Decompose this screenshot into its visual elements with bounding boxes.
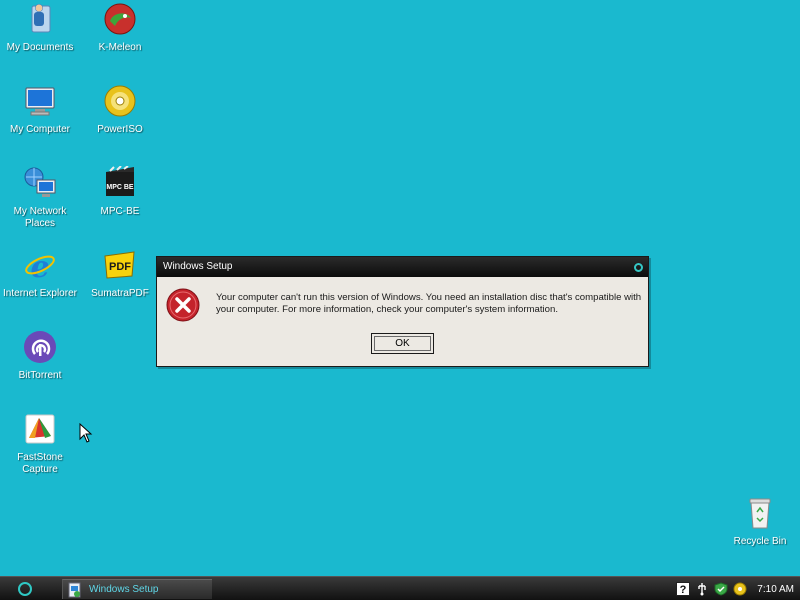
faststone-capture-icon: [23, 412, 57, 446]
mpc-be-badge: MPC BE: [106, 184, 134, 191]
desktop-icon-my-documents[interactable]: My Documents: [0, 2, 80, 54]
svg-text:e: e: [30, 250, 49, 282]
desktop-icon-sumatrapdf[interactable]: PDF SumatraPDF: [80, 248, 160, 300]
dialog-message: Your computer can't run this version of …: [216, 292, 642, 315]
desktop-icon-label: Recycle Bin: [733, 536, 787, 547]
desktop-icon-label: My Documents: [6, 42, 74, 53]
desktop-icon-label: BitTorrent: [18, 370, 62, 381]
desktop-icon-my-computer[interactable]: My Computer: [0, 84, 80, 136]
network-places-icon: [23, 166, 57, 200]
svg-text:?: ?: [680, 584, 687, 596]
mouse-cursor-icon: [79, 422, 93, 446]
desktop-icon-label: MPC-BE: [100, 206, 140, 217]
desktop-icon-internet-explorer[interactable]: e Internet Explorer: [0, 248, 80, 300]
ok-button[interactable]: OK: [371, 333, 434, 354]
mpc-be-icon: MPC BE: [103, 165, 137, 200]
help-icon[interactable]: ?: [676, 582, 691, 596]
desktop-icon-label: K-Meleon: [98, 42, 142, 53]
desktop-icon-label: My Network Places: [13, 206, 67, 229]
windows-setup-dialog: Windows Setup Your computer can't run th…: [156, 256, 649, 367]
sumatrapdf-badge: PDF: [109, 261, 131, 273]
poweriso-tray-icon[interactable]: [733, 582, 747, 596]
desktop-icon-bittorrent[interactable]: BitTorrent: [0, 330, 80, 382]
desktop-icon-faststone-capture[interactable]: FastStone Capture: [0, 412, 80, 476]
dialog-title-bar[interactable]: Windows Setup: [157, 257, 648, 277]
clock[interactable]: 7:10 AM: [757, 584, 794, 595]
desktop-icon-label: SumatraPDF: [91, 288, 149, 299]
poweriso-icon: [103, 84, 137, 118]
error-icon: [166, 288, 200, 322]
start-orb-icon: [18, 582, 32, 596]
ok-button-label: OK: [374, 336, 431, 351]
k-meleon-icon: [103, 2, 137, 36]
desktop-icon-label: Internet Explorer: [3, 288, 77, 299]
usb-icon[interactable]: [695, 582, 709, 596]
sumatrapdf-icon: PDF: [103, 248, 137, 282]
desktop-icon-network-places[interactable]: My Network Places: [0, 166, 80, 230]
taskbar: Windows Setup ? 7:10 AM: [0, 576, 800, 600]
my-computer-icon: [23, 84, 57, 118]
security-shield-icon[interactable]: [714, 582, 728, 596]
start-button[interactable]: [0, 577, 50, 600]
desktop: My Documents K-Meleon My Computer PowerI…: [0, 0, 800, 576]
desktop-icon-label: PowerISO: [97, 124, 143, 135]
desktop-icon-k-meleon[interactable]: K-Meleon: [80, 2, 160, 54]
my-documents-icon: [23, 2, 57, 36]
desktop-icon-poweriso[interactable]: PowerISO: [80, 84, 160, 136]
system-tray: ? 7:10 AM: [671, 577, 800, 600]
recycle-bin-icon: [743, 496, 777, 530]
internet-explorer-icon: e: [23, 248, 57, 285]
dialog-body: Your computer can't run this version of …: [157, 277, 648, 366]
desktop-icon-label: My Computer: [9, 124, 70, 135]
dialog-title: Windows Setup: [163, 261, 233, 272]
taskbar-item-label: Windows Setup: [89, 584, 159, 595]
close-icon[interactable]: [634, 263, 643, 272]
desktop-icon-mpc-be[interactable]: MPC BE MPC-BE: [80, 165, 160, 218]
taskbar-item-windows-setup[interactable]: Windows Setup: [62, 579, 212, 599]
bittorrent-icon: [23, 330, 57, 364]
setup-icon: [68, 582, 81, 597]
desktop-icon-label: FastStone Capture: [17, 452, 63, 475]
desktop-icon-recycle-bin[interactable]: Recycle Bin: [720, 496, 800, 548]
